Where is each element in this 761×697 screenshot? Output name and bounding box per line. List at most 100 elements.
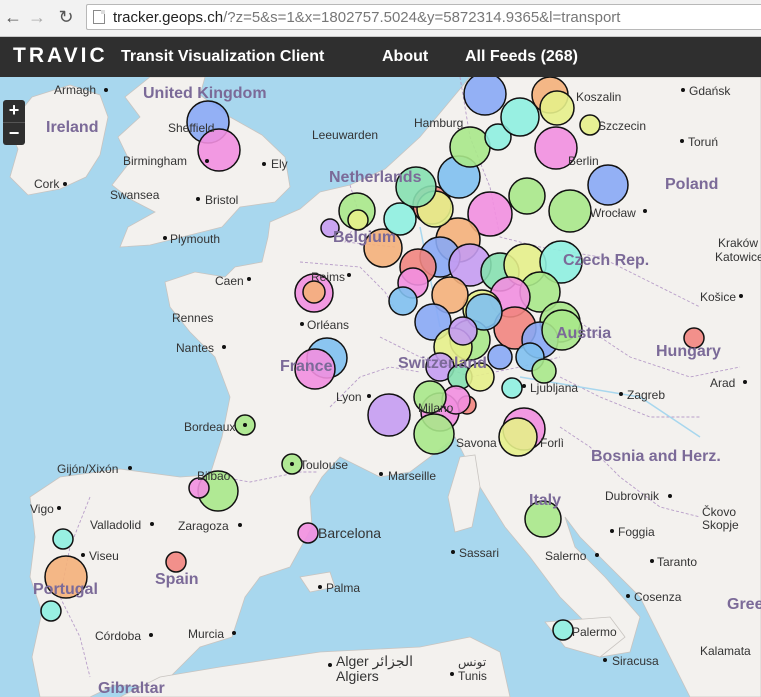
zoom-in-button[interactable]: + [3, 100, 25, 122]
city-forli: Forlì [540, 436, 564, 450]
feed-circle[interactable] [531, 358, 557, 384]
city-armagh: Armagh [54, 83, 96, 97]
city-bordeaux: Bordeaux [184, 420, 235, 434]
reload-icon[interactable]: ↻ [55, 6, 77, 28]
city-koszalin: Koszalin [576, 90, 621, 104]
feed-circle[interactable] [500, 97, 540, 137]
country-belgium: Belgium [333, 229, 396, 246]
city-lyon: Lyon [336, 390, 362, 404]
city-hamburg: Hamburg [414, 116, 463, 130]
about-link[interactable]: About [382, 48, 428, 66]
feed-circle[interactable] [587, 164, 629, 206]
country-bosnia: Bosnia and Herz. [591, 448, 721, 465]
city-wroclaw: Wrocław [590, 206, 636, 220]
land-sardinia [447, 454, 481, 533]
page-icon [93, 10, 105, 24]
city-milano: Milano [418, 401, 454, 415]
feed-circle-center [290, 462, 294, 466]
country-portugal: Portugal [33, 581, 98, 598]
feed-circle[interactable] [487, 344, 513, 370]
app-navbar: TRAVIC Transit Visualization Client Abou… [0, 37, 761, 77]
city-rennes: Rennes [172, 311, 213, 325]
feed-circle[interactable] [508, 177, 546, 215]
city-toulouse: Toulouse [300, 458, 348, 472]
forward-icon[interactable]: → [26, 6, 48, 28]
feed-circle-center [243, 423, 247, 427]
city-kosice: Košice [700, 290, 736, 304]
country-ireland: Ireland [46, 119, 98, 136]
city-foggia: Foggia [618, 525, 655, 539]
feed-circle[interactable] [579, 114, 601, 136]
city-katowice: Katowice [715, 250, 761, 264]
browser-toolbar: ← → ↻ tracker.geops.ch/?z=5&s=1&x=180275… [0, 0, 761, 37]
back-icon[interactable]: ← [2, 6, 24, 28]
country-switzerland: Switzerland [398, 355, 487, 372]
map-view[interactable]: Armagh Sheffield Birmingham Ely Cork Swa… [0, 77, 761, 697]
city-cork: Cork [34, 177, 60, 191]
city-gdansk: Gdańsk [689, 84, 731, 98]
city-plymouth: Plymouth [170, 232, 220, 246]
feed-circle[interactable] [413, 413, 455, 455]
feed-circle[interactable] [297, 522, 319, 544]
country-italy: Italy [529, 492, 561, 509]
city-bristol: Bristol [205, 193, 238, 207]
app-title: Transit Visualization Client [121, 48, 325, 65]
feed-circle[interactable] [52, 528, 74, 550]
city-vigo: Vigo [30, 502, 54, 516]
city-zaragoza: Zaragoza [178, 519, 229, 533]
city-valladolid: Valladolid [90, 518, 141, 532]
feed-circle[interactable] [40, 600, 62, 622]
city-reims: Reims [311, 270, 345, 284]
feed-circle[interactable] [165, 551, 187, 573]
country-hungary: Hungary [656, 343, 721, 360]
city-tunis-b: Tunis [458, 669, 487, 683]
city-skopje-b: Skopje [702, 518, 739, 532]
all-feeds-link[interactable]: All Feeds (268) [465, 48, 578, 66]
city-ljubljana: Ljubljana [530, 381, 578, 395]
feed-circle[interactable] [548, 189, 592, 233]
feed-circle[interactable] [539, 90, 575, 126]
city-tunis-a: تونس [458, 655, 486, 669]
feed-circle[interactable] [552, 619, 574, 641]
city-sassari: Sassari [459, 546, 499, 560]
city-nantes: Nantes [176, 341, 214, 355]
feed-circle[interactable] [501, 377, 523, 399]
city-skopje-a: Čkovo [702, 504, 736, 519]
feed-circle[interactable] [448, 316, 478, 346]
feed-circle[interactable] [388, 286, 418, 316]
map-canvas[interactable]: Armagh Sheffield Birmingham Ely Cork Swa… [0, 77, 761, 697]
city-barcelona: Barcelona [318, 525, 381, 541]
country-uk: United Kingdom [143, 85, 267, 102]
country-poland: Poland [665, 176, 718, 193]
city-sheffield: Sheffield [168, 121, 214, 135]
country-netherlands: Netherlands [329, 169, 422, 186]
address-bar[interactable]: tracker.geops.ch/?z=5&s=1&x=1802757.5024… [86, 4, 761, 30]
app-logo[interactable]: TRAVIC [13, 44, 108, 68]
city-dubrovnik: Dubrovnik [605, 489, 660, 503]
feed-circle[interactable] [302, 280, 326, 304]
city-swansea: Swansea [110, 188, 160, 202]
feed-circle[interactable] [498, 417, 538, 457]
city-szczecin: Szczecin [598, 119, 646, 133]
feed-circle[interactable] [463, 77, 507, 116]
city-marseille: Marseille [388, 469, 436, 483]
city-algiers-b: Algiers [336, 668, 379, 684]
feed-circle[interactable] [449, 126, 491, 168]
city-zagreb: Zagreb [627, 388, 665, 402]
city-siracusa: Siracusa [612, 654, 659, 668]
country-austria: Austria [556, 325, 611, 342]
city-cosenza: Cosenza [634, 590, 682, 604]
city-torun: Toruń [688, 135, 718, 149]
feed-circle[interactable] [347, 209, 369, 231]
feed-circle[interactable] [197, 128, 241, 172]
country-czech: Czech Rep. [563, 252, 649, 269]
city-palma: Palma [326, 581, 360, 595]
city-arad: Arad [710, 376, 735, 390]
city-taranto: Taranto [657, 555, 697, 569]
city-viseu: Viseu [89, 549, 119, 563]
city-palermo: Palermo [572, 625, 617, 639]
city-orleans: Orléans [307, 318, 349, 332]
feed-circle[interactable] [367, 393, 411, 437]
url-path: /?z=5&s=1&x=1802757.5024&y=5872314.9365&… [223, 9, 621, 26]
zoom-out-button[interactable]: − [3, 122, 25, 145]
